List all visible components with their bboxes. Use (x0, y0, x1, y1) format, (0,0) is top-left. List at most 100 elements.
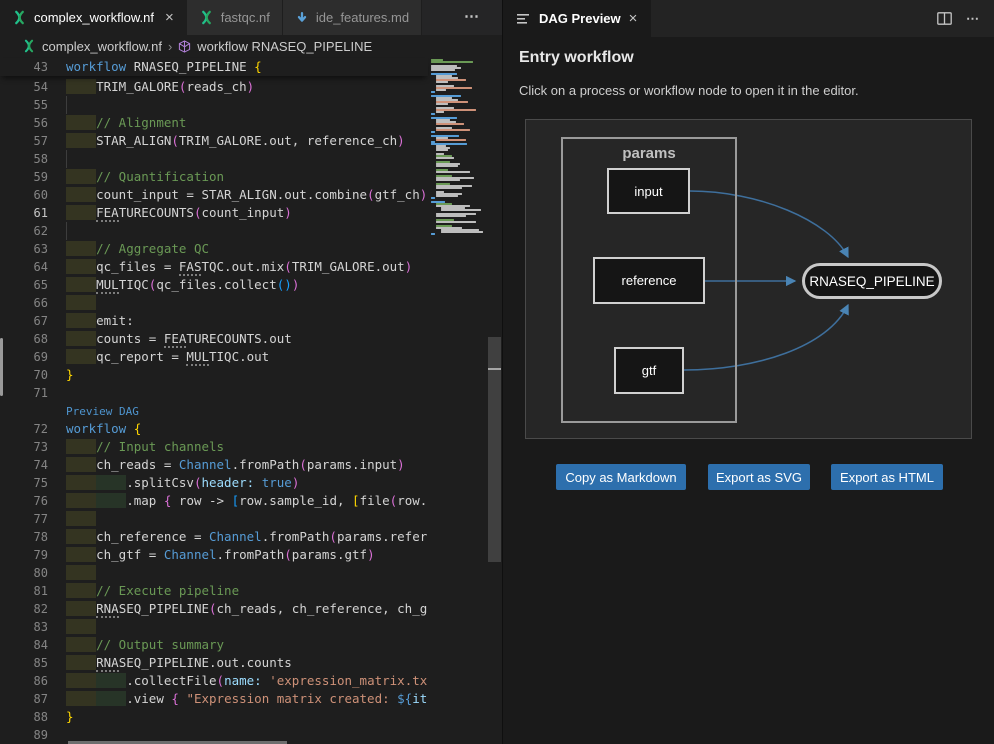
code-line[interactable]: 66 (0, 294, 428, 312)
dag-node-reference[interactable]: reference (593, 257, 705, 304)
code-token: ch_reference = (96, 529, 209, 544)
scrollbar-thumb[interactable] (488, 337, 501, 562)
codelens-row[interactable]: Preview DAG (0, 402, 428, 420)
code-token: .fromPath (262, 529, 330, 544)
line-content: RNASEQ_PIPELINE.out.counts (48, 654, 428, 672)
code-line[interactable]: 75 .splitCsv(header: true) (0, 474, 428, 492)
code-token (66, 133, 96, 148)
code-token: row -> (171, 493, 231, 508)
code-line[interactable]: 81 // Execute pipeline (0, 582, 428, 600)
code-line[interactable]: 72workflow { (0, 420, 428, 438)
code-line[interactable]: 87 .view { "Expression matrix created: $… (0, 690, 428, 708)
code-token: counts = (96, 331, 164, 346)
breadcrumb-file[interactable]: complex_workflow.nf (42, 39, 162, 54)
code-line[interactable]: 61 FEATURECOUNTS(count_input) (0, 204, 428, 222)
code-line[interactable]: 85 RNASEQ_PIPELINE.out.counts (0, 654, 428, 672)
code-line[interactable]: 84 // Output summary (0, 636, 428, 654)
code-line[interactable]: 70} (0, 366, 428, 384)
breadcrumb-symbol[interactable]: workflow RNASEQ_PIPELINE (197, 39, 372, 54)
code-line[interactable]: 80 (0, 564, 428, 582)
code-line[interactable]: 63 // Aggregate QC (0, 240, 428, 258)
minimap[interactable] (428, 58, 487, 744)
code-token (66, 187, 96, 202)
code-token (66, 547, 96, 562)
code-token (66, 115, 96, 130)
line-number: 73 (0, 438, 48, 456)
panel-more-actions-icon[interactable]: ⋯ (966, 11, 980, 27)
export-as-html-button[interactable]: Export as HTML (831, 464, 943, 490)
line-content: } (48, 708, 428, 726)
code-line[interactable]: 74 ch_reads = Channel.fromPath(params.in… (0, 456, 428, 474)
tab-label: complex_workflow.nf (34, 10, 154, 25)
tab-ide-features[interactable]: ide_features.md (283, 0, 422, 35)
export-as-svg-button[interactable]: Export as SVG (708, 464, 810, 490)
tab-fastqc[interactable]: fastqc.nf (187, 0, 283, 35)
code-token: params.input (307, 457, 397, 472)
code-line[interactable]: 54 TRIM_GALORE(reads_ch) (0, 78, 428, 96)
editor-tab-bar: complex_workflow.nf × fastqc.nf ide_feat… (0, 0, 502, 35)
line-number: 56 (0, 114, 48, 132)
code-line[interactable]: 77 (0, 510, 428, 528)
code-line[interactable]: 73 // Input channels (0, 438, 428, 456)
code-line[interactable]: 69 qc_report = MULTIQC.out (0, 348, 428, 366)
line-number: 83 (0, 618, 48, 636)
breadcrumb[interactable]: complex_workflow.nf › workflow RNASEQ_PI… (0, 35, 502, 57)
code-line[interactable]: 64 qc_files = FASTQC.out.mix(TRIM_GALORE… (0, 258, 428, 276)
code-line[interactable]: 78 ch_reference = Channel.fromPath(param… (0, 528, 428, 546)
code-token: workflow (66, 59, 126, 74)
cursor-overview-mark (488, 368, 501, 370)
code-token: .collectFile (126, 673, 216, 688)
close-icon[interactable]: × (165, 10, 174, 25)
line-content: Preview DAG (48, 402, 428, 420)
code-token: it (412, 691, 427, 706)
code-line[interactable]: 79 ch_gtf = Channel.fromPath(params.gtf) (0, 546, 428, 564)
line-content (48, 384, 428, 402)
code-token: workflow (66, 421, 126, 436)
code-token: TRIM_GALORE (96, 79, 179, 94)
code-token: STAR_ALIGN (96, 133, 171, 148)
close-icon[interactable]: × (629, 10, 638, 27)
code-line[interactable]: 76 .map { row -> [row.sample_id, [file(r… (0, 492, 428, 510)
panel-body: Entry workflow Click on a process or wor… (503, 37, 994, 744)
code-line[interactable]: 65 MULTIQC(qc_files.collect()) (0, 276, 428, 294)
code-lines[interactable]: 54 TRIM_GALORE(reads_ch)5556 // Alignmen… (0, 78, 428, 744)
code-line[interactable]: 82 RNASEQ_PIPELINE(ch_reads, ch_referenc… (0, 600, 428, 618)
symbol-cube-icon (178, 40, 191, 53)
sticky-scroll-header[interactable]: 43 workflow RNASEQ_PIPELINE { (0, 58, 428, 76)
line-content: qc_report = MULTIQC.out (48, 348, 428, 366)
code-token: ) (397, 133, 405, 148)
code-token: FEA (96, 205, 119, 222)
code-token: emit: (96, 313, 134, 328)
code-line[interactable]: 60 count_input = STAR_ALIGN.out.combine(… (0, 186, 428, 204)
code-line[interactable]: 59 // Quantification (0, 168, 428, 186)
code-line[interactable]: 57 STAR_ALIGN(TRIM_GALORE.out, reference… (0, 132, 428, 150)
code-line[interactable]: 56 // Alignment (0, 114, 428, 132)
dag-node-input[interactable]: input (607, 168, 690, 214)
dag-node-rnaseq-pipeline[interactable]: RNASEQ_PIPELINE (802, 263, 942, 299)
code-line[interactable]: 58 (0, 150, 428, 168)
code-token: Channel (209, 529, 262, 544)
tab-complex-workflow[interactable]: complex_workflow.nf × (0, 0, 187, 35)
tab-dag-preview[interactable]: DAG Preview × (503, 0, 651, 37)
dag-node-gtf[interactable]: gtf (614, 347, 684, 394)
vertical-scrollbar[interactable] (487, 57, 502, 744)
code-line[interactable]: 71 (0, 384, 428, 402)
code-line[interactable]: 83 (0, 618, 428, 636)
split-editor-icon[interactable] (937, 12, 952, 25)
code-line[interactable]: 67 emit: (0, 312, 428, 330)
editor-more-actions-icon[interactable]: ⋯ (464, 7, 480, 25)
codelens-link[interactable]: Preview DAG (66, 405, 139, 418)
line-number: 54 (0, 78, 48, 96)
line-content: // Output summary (48, 636, 428, 654)
code-line[interactable]: 86 .collectFile(name: 'expression_matrix… (0, 672, 428, 690)
code-line[interactable]: 68 counts = FEATURECOUNTS.out (0, 330, 428, 348)
copy-as-markdown-button[interactable]: Copy as Markdown (556, 464, 686, 490)
code-token: // Input channels (96, 439, 224, 454)
code-editor[interactable]: 54 TRIM_GALORE(reads_ch)5556 // Alignmen… (0, 57, 502, 744)
sticky-line-number: 43 (0, 58, 48, 76)
code-line[interactable]: 88} (0, 708, 428, 726)
vscode-window: complex_workflow.nf × fastqc.nf ide_feat… (0, 0, 994, 744)
code-line[interactable]: 62 (0, 222, 428, 240)
line-content: emit: (48, 312, 428, 330)
code-line[interactable]: 55 (0, 96, 428, 114)
